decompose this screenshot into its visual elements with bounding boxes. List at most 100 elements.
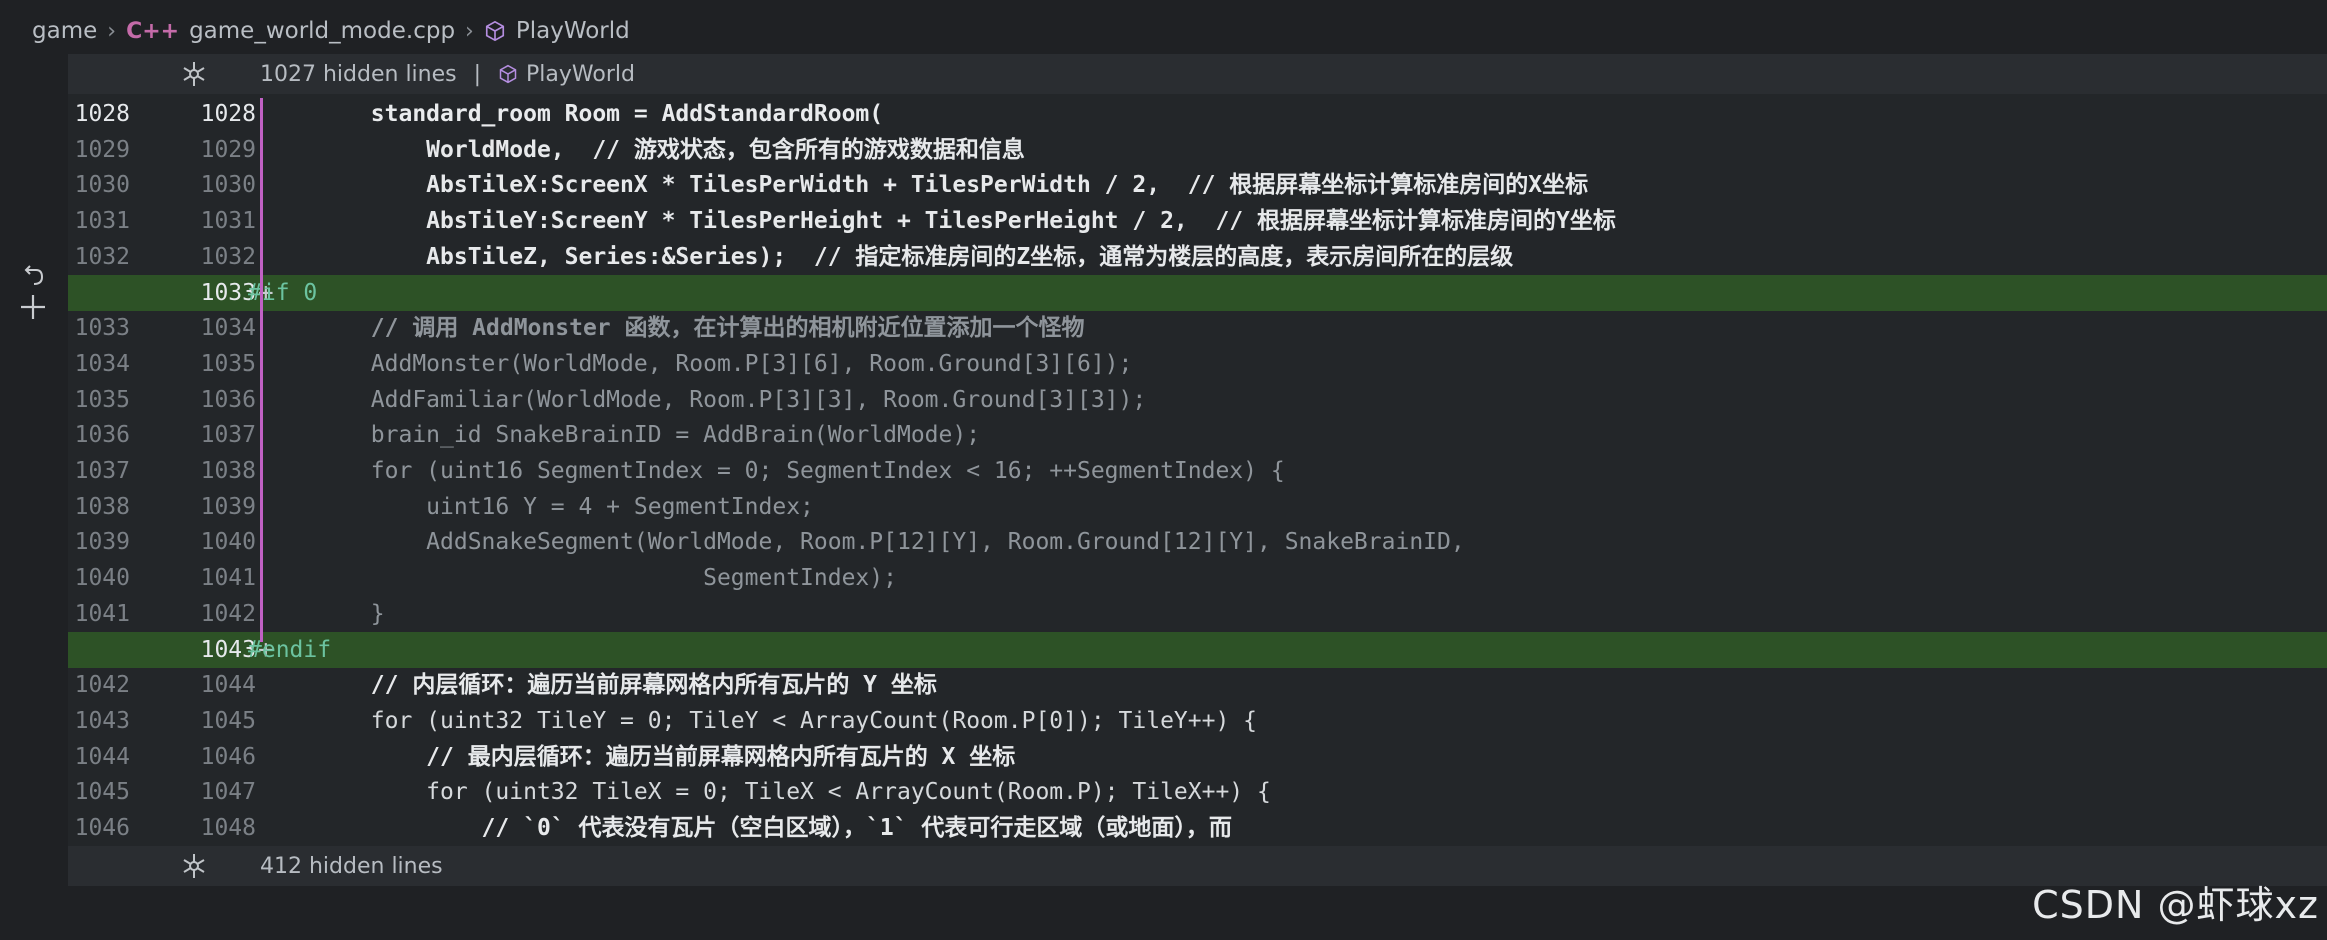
code-line[interactable]: 1029 1029 WorldMode, // 游戏状态，包含所有的游戏数据和信息 bbox=[68, 132, 2327, 168]
original-line-number: 1035 bbox=[74, 386, 130, 413]
code-text[interactable]: brain_id SnakeBrainID = AddBrain(WorldMo… bbox=[260, 417, 980, 453]
original-line-number bbox=[68, 632, 130, 668]
modified-line-number: 1041 bbox=[200, 565, 256, 592]
chevron-right-icon: › bbox=[107, 18, 117, 44]
code-text[interactable]: #if 0 bbox=[248, 275, 317, 311]
modified-line-number: 1033 bbox=[200, 279, 256, 306]
code-text[interactable]: for (uint32 TileX = 0; TileX < ArrayCoun… bbox=[260, 774, 1271, 810]
modified-line-number: 1030 bbox=[200, 172, 256, 199]
code-text[interactable]: // 最内层循环：遍历当前屏幕网格内所有瓦片的 X 坐标 bbox=[260, 739, 1015, 775]
modified-line-number: 1034 bbox=[200, 315, 256, 342]
code-line[interactable]: 1031 1031 AbsTileY:ScreenY * TilesPerHeig… bbox=[68, 203, 2327, 239]
code-line[interactable]: 1034 1035 AddMonster(WorldMode, Room.P[3]… bbox=[68, 346, 2327, 382]
code-line[interactable]: 1043 + #endif bbox=[68, 631, 2327, 668]
original-line-number: 1038 bbox=[74, 493, 130, 520]
breadcrumb: game › C++ game_world_mode.cpp › PlayWor… bbox=[0, 0, 2327, 62]
code-line[interactable]: 1030 1030 AbsTileX:ScreenX * TilesPerWidt… bbox=[68, 167, 2327, 203]
code-line[interactable]: 1046 1048 // `0` 代表没有瓦片（空白区域），`1` 代表可行走区域… bbox=[68, 810, 2327, 846]
code-text[interactable]: AddMonster(WorldMode, Room.P[3][6], Room… bbox=[260, 346, 1133, 382]
modified-line-number: 1044 bbox=[200, 672, 256, 699]
code-text[interactable]: SegmentIndex); bbox=[260, 560, 897, 596]
code-line[interactable]: 1028 1028 standard_room Room = AddStandar… bbox=[68, 96, 2327, 132]
modified-line-number: 1040 bbox=[200, 529, 256, 556]
code-line[interactable]: 1035 1036 AddFamiliar(WorldMode, Room.P[3… bbox=[68, 382, 2327, 418]
original-line-number: 1031 bbox=[74, 208, 130, 235]
symbol-cube-icon bbox=[499, 64, 517, 84]
original-line-number: 1044 bbox=[74, 743, 130, 770]
unfold-icon[interactable] bbox=[180, 60, 208, 88]
original-line-number bbox=[68, 275, 130, 311]
modified-line-number: 1031 bbox=[200, 208, 256, 235]
code-line[interactable]: 1043 1045 for (uint32 TileY = 0; TileY < … bbox=[68, 703, 2327, 739]
code-text[interactable]: AbsTileY:ScreenY * TilesPerHeight + Tile… bbox=[260, 203, 1616, 239]
hidden-lines-bar-bottom[interactable]: 412 hidden lines bbox=[68, 846, 2327, 886]
hidden-lines-count: 412 hidden lines bbox=[260, 854, 443, 879]
modified-line-number: 1029 bbox=[200, 136, 256, 163]
add-icon[interactable] bbox=[18, 292, 48, 322]
breadcrumb-file[interactable]: game_world_mode.cpp bbox=[189, 18, 455, 44]
unfold-icon[interactable] bbox=[180, 852, 208, 880]
modified-line-number: 1039 bbox=[200, 493, 256, 520]
original-line-number: 1043 bbox=[74, 707, 130, 734]
code-line[interactable]: 1037 1038 for (uint16 SegmentIndex = 0; S… bbox=[68, 453, 2327, 489]
original-line-number: 1039 bbox=[74, 529, 130, 556]
code-text[interactable]: standard_room Room = AddStandardRoom( bbox=[260, 96, 883, 132]
modified-line-number: 1032 bbox=[200, 243, 256, 270]
code-line[interactable]: 1040 1041 SegmentIndex); bbox=[68, 560, 2327, 596]
original-line-number: 1034 bbox=[74, 350, 130, 377]
code-text[interactable]: AbsTileX:ScreenX * TilesPerWidth + Tiles… bbox=[260, 167, 1588, 203]
modified-line-number: 1028 bbox=[200, 101, 256, 127]
breadcrumb-symbol[interactable]: PlayWorld bbox=[516, 18, 630, 44]
code-line[interactable]: 1042 1044 // 内层循环：遍历当前屏幕网格内所有瓦片的 Y 坐标 bbox=[68, 667, 2327, 703]
code-line[interactable]: 1041 1042 } bbox=[68, 596, 2327, 632]
code-line[interactable]: 1032 1032 AbsTileZ, Series:&Series); // 指… bbox=[68, 239, 2327, 275]
code-line[interactable]: 1036 1037 brain_id SnakeBrainID = AddBrai… bbox=[68, 417, 2327, 453]
code-text[interactable]: AddSnakeSegment(WorldMode, Room.P[12][Y]… bbox=[260, 524, 1465, 560]
hidden-lines-symbol[interactable]: PlayWorld bbox=[526, 62, 635, 87]
watermark: CSDN @虾球xz bbox=[2032, 883, 2319, 927]
code-line[interactable]: 1033 + #if 0 bbox=[68, 274, 2327, 311]
modified-line-number: 1043 bbox=[200, 636, 256, 663]
code-text[interactable]: } bbox=[260, 596, 385, 632]
code-text[interactable]: // 内层循环：遍历当前屏幕网格内所有瓦片的 Y 坐标 bbox=[260, 667, 937, 703]
original-line-number: 1036 bbox=[74, 422, 130, 449]
hidden-lines-label: 1027 hidden lines | PlayWorld bbox=[260, 62, 635, 87]
code-text[interactable]: // 调用 AddMonster 函数，在计算出的相机附近位置添加一个怪物 bbox=[260, 310, 1085, 346]
modified-line-number: 1045 bbox=[200, 707, 256, 734]
code-text[interactable]: WorldMode, // 游戏状态，包含所有的游戏数据和信息 bbox=[260, 132, 1025, 168]
modified-line-number: 1042 bbox=[200, 600, 256, 627]
code-line[interactable]: 1045 1047 for (uint32 TileX = 0; TileX < … bbox=[68, 774, 2327, 810]
code-line[interactable]: 1039 1040 AddSnakeSegment(WorldMode, Room… bbox=[68, 524, 2327, 560]
code-text[interactable]: AddFamiliar(WorldMode, Room.P[3][3], Roo… bbox=[260, 382, 1146, 418]
original-line-number: 1029 bbox=[74, 136, 130, 163]
modified-line-number: 1048 bbox=[200, 815, 256, 841]
cpp-file-icon: C++ bbox=[126, 18, 180, 44]
modified-line-number: 1035 bbox=[200, 350, 256, 377]
code-line[interactable]: 1038 1039 uint16 Y = 4 + SegmentIndex; bbox=[68, 489, 2327, 525]
hidden-lines-bar-top[interactable]: 1027 hidden lines | PlayWorld bbox=[68, 54, 2327, 94]
code-text[interactable]: uint16 Y = 4 + SegmentIndex; bbox=[260, 489, 814, 525]
breadcrumb-root[interactable]: game bbox=[32, 18, 97, 44]
modified-line-number: 1047 bbox=[200, 779, 256, 806]
code-line[interactable]: 1044 1046 // 最内层循环：遍历当前屏幕网格内所有瓦片的 X 坐标 bbox=[68, 739, 2327, 775]
original-line-number: 1040 bbox=[74, 565, 130, 592]
original-line-number: 1042 bbox=[74, 672, 130, 699]
modified-line-number: 1036 bbox=[200, 386, 256, 413]
original-line-number: 1041 bbox=[74, 600, 130, 627]
original-line-number: 1045 bbox=[74, 779, 130, 806]
modified-line-number: 1038 bbox=[200, 458, 256, 484]
code-text[interactable]: AbsTileZ, Series:&Series); // 指定标准房间的Z坐标… bbox=[260, 239, 1513, 275]
code-text[interactable]: for (uint16 SegmentIndex = 0; SegmentInd… bbox=[260, 453, 1285, 489]
code-text[interactable]: for (uint32 TileY = 0; TileY < ArrayCoun… bbox=[260, 703, 1257, 739]
original-line-number: 1032 bbox=[74, 243, 130, 270]
chevron-right-icon: › bbox=[465, 18, 474, 44]
original-line-number: 1030 bbox=[74, 172, 130, 199]
code-text[interactable]: // `0` 代表没有瓦片（空白区域），`1` 代表可行走区域（或地面），而 bbox=[260, 810, 1232, 846]
change-bar bbox=[260, 98, 263, 642]
original-line-number: 1028 bbox=[74, 101, 130, 127]
modified-line-number: 1046 bbox=[200, 743, 256, 770]
code-line[interactable]: 1033 1034 // 调用 AddMonster 函数，在计算出的相机附近位置… bbox=[68, 310, 2327, 346]
hidden-lines-count: 1027 hidden lines bbox=[260, 62, 457, 87]
original-line-number: 1033 bbox=[74, 315, 130, 342]
undo-icon[interactable] bbox=[20, 262, 48, 288]
